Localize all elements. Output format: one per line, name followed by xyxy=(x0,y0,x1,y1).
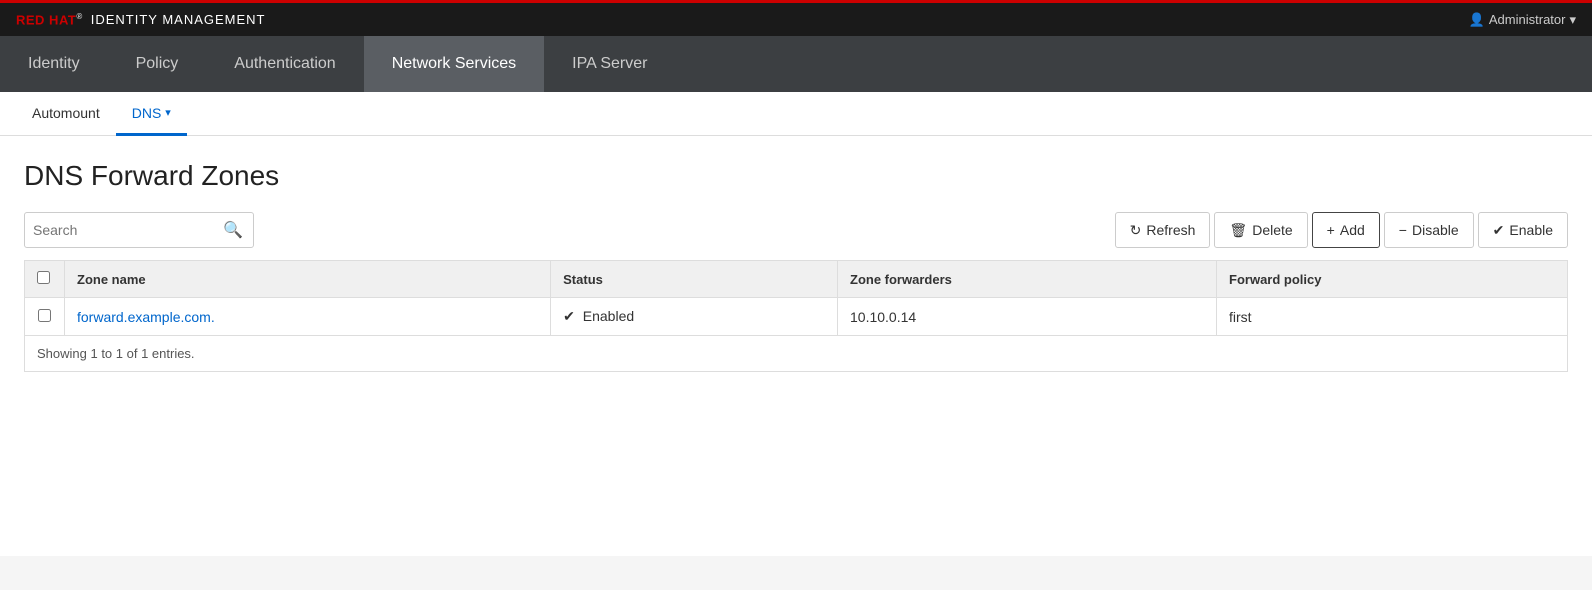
add-button[interactable]: + Add xyxy=(1312,212,1380,248)
user-icon: 👤 xyxy=(1469,12,1485,28)
subnav-dns-label: DNS xyxy=(132,105,162,121)
nav-item-identity[interactable]: Identity xyxy=(0,36,108,92)
entries-count: Showing 1 to 1 of 1 entries. xyxy=(37,346,195,361)
subnav-item-automount[interactable]: Automount xyxy=(16,92,116,136)
row-zone-forwarders: 10.10.0.14 xyxy=(838,298,1217,336)
table-header-row: Zone name Status Zone forwarders Forward… xyxy=(25,261,1568,298)
select-all-checkbox[interactable] xyxy=(37,271,50,284)
status-text: Enabled xyxy=(583,308,634,324)
toolbar: 🔍 ↻ Refresh 🗑 Delete + Add − Disable ✔ E… xyxy=(24,212,1568,248)
refresh-icon: ↻ xyxy=(1130,222,1142,239)
header-zone-forwarders: Zone forwarders xyxy=(838,261,1217,298)
dns-zones-table: Zone name Status Zone forwarders Forward… xyxy=(24,260,1568,336)
row-status: ✔ Enabled xyxy=(551,298,838,336)
disable-icon: − xyxy=(1399,222,1407,238)
page-title: DNS Forward Zones xyxy=(24,160,1568,192)
sub-nav: Automount DNS ▾ xyxy=(0,92,1592,136)
header-zone-name: Zone name xyxy=(65,261,551,298)
page-content: DNS Forward Zones 🔍 ↻ Refresh 🗑 Delete +… xyxy=(0,136,1592,556)
zone-name-link[interactable]: forward.example.com. xyxy=(77,309,215,325)
header-checkbox-cell xyxy=(25,261,65,298)
subnav-item-dns[interactable]: DNS ▾ xyxy=(116,92,187,136)
nav-item-ipa-server[interactable]: IPA Server xyxy=(544,36,675,92)
brand-title: IDENTITY MANAGEMENT xyxy=(91,12,266,27)
row-zone-name: forward.example.com. xyxy=(65,298,551,336)
row-checkbox-cell xyxy=(25,298,65,336)
add-icon: + xyxy=(1327,222,1335,238)
refresh-button[interactable]: ↻ Refresh xyxy=(1115,212,1211,248)
table-footer: Showing 1 to 1 of 1 entries. xyxy=(24,336,1568,372)
status-check-icon: ✔ xyxy=(563,308,575,324)
row-forward-policy: first xyxy=(1217,298,1568,336)
row-checkbox[interactable] xyxy=(38,309,51,322)
nav-item-policy[interactable]: Policy xyxy=(108,36,207,92)
nav-item-network-services[interactable]: Network Services xyxy=(364,36,544,92)
delete-button[interactable]: 🗑 Delete xyxy=(1214,212,1307,248)
header-status: Status xyxy=(551,261,838,298)
table-row: forward.example.com. ✔ Enabled 10.10.0.1… xyxy=(25,298,1568,336)
search-box[interactable]: 🔍 xyxy=(24,212,254,248)
header-forward-policy: Forward policy xyxy=(1217,261,1568,298)
action-buttons: ↻ Refresh 🗑 Delete + Add − Disable ✔ Ena… xyxy=(1115,212,1568,248)
brand-logo: RED HAT® xyxy=(16,12,83,27)
enable-icon: ✔ xyxy=(1493,222,1505,239)
disable-button[interactable]: − Disable xyxy=(1384,212,1474,248)
top-bar: RED HAT® IDENTITY MANAGEMENT 👤 Administr… xyxy=(0,0,1592,36)
main-nav: Identity Policy Authentication Network S… xyxy=(0,36,1592,92)
user-name: Administrator xyxy=(1489,12,1566,27)
user-menu[interactable]: 👤 Administrator ▾ xyxy=(1469,12,1576,28)
brand: RED HAT® IDENTITY MANAGEMENT xyxy=(16,12,266,27)
search-input[interactable] xyxy=(33,222,223,238)
user-chevron-icon: ▾ xyxy=(1569,12,1576,28)
nav-item-authentication[interactable]: Authentication xyxy=(206,36,363,92)
dns-chevron-icon: ▾ xyxy=(165,106,171,119)
subnav-automount-label: Automount xyxy=(32,105,100,121)
enable-button[interactable]: ✔ Enable xyxy=(1478,212,1568,248)
delete-icon: 🗑 xyxy=(1229,222,1247,239)
search-icon: 🔍 xyxy=(223,220,243,240)
